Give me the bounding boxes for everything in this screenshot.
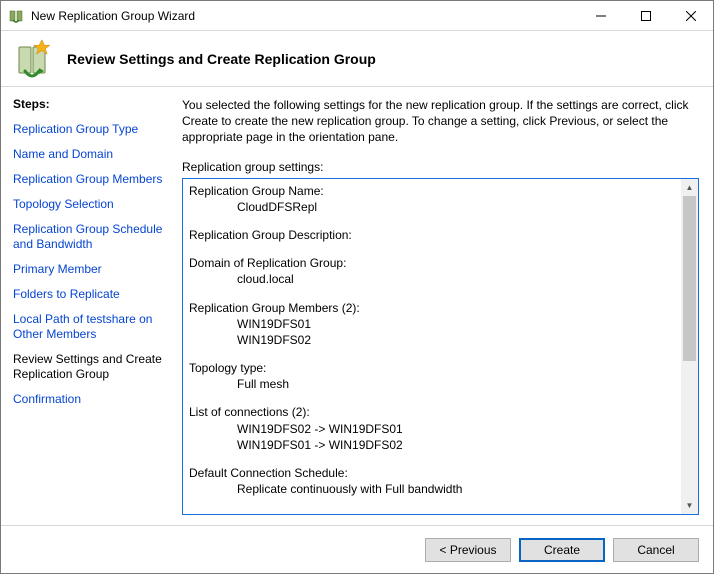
maximize-button[interactable] — [623, 1, 668, 30]
wizard-icon — [15, 39, 55, 79]
scroll-track[interactable] — [681, 196, 698, 497]
settings-key: Default Connection Schedule: — [189, 465, 677, 481]
titlebar: New Replication Group Wizard — [1, 1, 713, 31]
settings-value: cloud.local — [189, 271, 677, 287]
step-item[interactable]: Replication Group Type — [13, 119, 170, 140]
previous-button[interactable]: < Previous — [425, 538, 511, 562]
cancel-button[interactable]: Cancel — [613, 538, 699, 562]
settings-key: Replication Group Name: — [189, 183, 677, 199]
settings-group: Domain of Replication Group:cloud.local — [189, 255, 677, 287]
settings-group: Topology type:Full mesh — [189, 360, 677, 392]
settings-value: Full mesh — [189, 376, 677, 392]
settings-value: WIN19DFS01 -> WIN19DFS02 — [189, 437, 677, 453]
settings-key: List of connections (2): — [189, 404, 677, 420]
settings-label: Replication group settings: — [182, 160, 699, 174]
step-item[interactable]: Name and Domain — [13, 144, 170, 165]
settings-value: Replicate continuously with Full bandwid… — [189, 481, 677, 497]
step-item[interactable]: Replication Group Members — [13, 169, 170, 190]
window-title: New Replication Group Wizard — [31, 9, 578, 23]
app-icon — [9, 8, 25, 24]
step-item[interactable]: Primary Member — [13, 259, 170, 280]
steps-heading: Steps: — [13, 97, 170, 111]
settings-group: List of connections (2):WIN19DFS02 -> WI… — [189, 404, 677, 453]
step-item[interactable]: Folders to Replicate — [13, 284, 170, 305]
settings-group: Default Connection Schedule:Replicate co… — [189, 465, 677, 497]
scroll-thumb[interactable] — [683, 196, 696, 362]
settings-group: Replication Group Description: — [189, 227, 677, 243]
settings-textbox[interactable]: Replication Group Name:CloudDFSReplRepli… — [182, 178, 699, 515]
settings-key: Topology type: — [189, 360, 677, 376]
step-item[interactable]: Replication Group Schedule and Bandwidth — [13, 219, 170, 255]
settings-key: Domain of Replication Group: — [189, 255, 677, 271]
wizard-window: New Replication Group Wizard Review Se — [0, 0, 714, 574]
settings-value: WIN19DFS02 — [189, 332, 677, 348]
settings-key: Replication Group Members (2): — [189, 300, 677, 316]
create-button[interactable]: Create — [519, 538, 605, 562]
step-item[interactable]: Local Path of testshare on Other Members — [13, 309, 170, 345]
content-pane: You selected the following settings for … — [176, 87, 713, 525]
header-band: Review Settings and Create Replication G… — [1, 31, 713, 87]
settings-value: WIN19DFS02 -> WIN19DFS01 — [189, 421, 677, 437]
steps-pane: Steps: Replication Group Type Name and Do… — [1, 87, 176, 525]
settings-group: Replication Group Members (2):WIN19DFS01… — [189, 300, 677, 349]
step-item[interactable]: Confirmation — [13, 389, 170, 410]
steps-list: Replication Group Type Name and Domain Rep… — [13, 119, 170, 410]
step-item: Review Settings and Create Replication G… — [13, 349, 170, 385]
close-button[interactable] — [668, 1, 713, 30]
footer: < Previous Create Cancel — [1, 525, 713, 573]
page-title: Review Settings and Create Replication G… — [67, 51, 376, 67]
body-area: Steps: Replication Group Type Name and Do… — [1, 87, 713, 525]
window-controls — [578, 1, 713, 30]
settings-group: Replication Group Name:CloudDFSRepl — [189, 183, 677, 215]
intro-text: You selected the following settings for … — [182, 97, 699, 146]
scroll-up-arrow-icon[interactable]: ▲ — [681, 179, 698, 196]
minimize-button[interactable] — [578, 1, 623, 30]
scrollbar[interactable]: ▲ ▼ — [681, 179, 698, 514]
step-item[interactable]: Topology Selection — [13, 194, 170, 215]
scroll-down-arrow-icon[interactable]: ▼ — [681, 497, 698, 514]
settings-value: CloudDFSRepl — [189, 199, 677, 215]
settings-value: WIN19DFS01 — [189, 316, 677, 332]
settings-content: Replication Group Name:CloudDFSReplRepli… — [183, 179, 681, 514]
settings-key: Replication Group Description: — [189, 227, 677, 243]
